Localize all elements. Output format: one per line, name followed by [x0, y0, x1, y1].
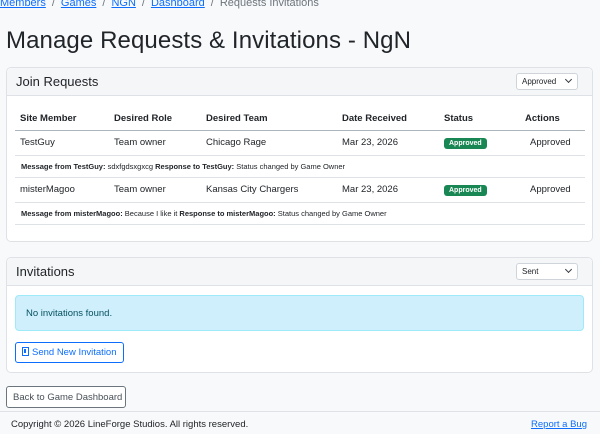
message-text: Because I like it: [124, 208, 178, 218]
join-requests-header: Join Requests Approved: [7, 68, 592, 96]
cell-status: Approved: [439, 177, 525, 203]
cell-desired-role: Team owner: [109, 177, 201, 203]
join-requests-status-filter[interactable]: Approved: [516, 73, 578, 90]
report-bug-link[interactable]: Report a Bug: [531, 419, 587, 430]
breadcrumb-link-ngn[interactable]: NGN: [111, 0, 135, 9]
breadcrumb-link-games[interactable]: Games: [61, 0, 96, 9]
join-requests-filter-value: Approved: [522, 77, 557, 86]
invitations-title: Invitations: [16, 264, 75, 279]
page-title: Manage Requests & Invitations - NgN: [6, 27, 412, 54]
breadcrumb-link-members[interactable]: Members: [0, 0, 46, 9]
no-invitations-alert: No invitations found.: [15, 295, 584, 331]
response-label: Response to misterMagoo:: [179, 208, 276, 218]
invitations-header: Invitations Sent: [7, 258, 592, 286]
message-label: Message from misterMagoo:: [21, 208, 123, 218]
message-text: sdxfgdsxgxcg: [107, 161, 154, 171]
cell-site-member: TestGuy: [15, 130, 109, 156]
cell-actions: Approved: [525, 177, 585, 203]
join-requests-table: Site Member Desired Role Desired Team Da…: [15, 108, 585, 225]
breadcrumb-current: Requests Invitations: [219, 0, 319, 9]
cell-site-member: misterMagoo: [15, 177, 109, 203]
table-row: misterMagoo Team owner Kansas City Charg…: [15, 177, 585, 203]
column-header-site-member: Site Member: [15, 108, 109, 131]
cell-desired-team: Chicago Rage: [201, 130, 337, 156]
status-badge: Approved: [444, 184, 487, 196]
message-cell: Message from misterMagoo: Because I like…: [15, 202, 585, 225]
message-cell: Message from TestGuy: sdxfgdsxgxcg Respo…: [15, 155, 585, 178]
back-button-label: Back to Game Dashboard: [13, 392, 123, 403]
message-row: Message from TestGuy: sdxfgdsxgxcg Respo…: [15, 155, 585, 178]
invitations-filter-value: Sent: [522, 267, 539, 276]
cell-date-received: Mar 23, 2026: [337, 130, 439, 156]
send-new-invitation-button[interactable]: Send New Invitation: [15, 342, 124, 363]
chevron-down-icon: [564, 265, 573, 274]
copyright-text: Copyright © 2026 LineForge Studios. All …: [11, 419, 249, 430]
column-header-date-received: Date Received: [337, 108, 439, 131]
table-header-row: Site Member Desired Role Desired Team Da…: [15, 108, 585, 131]
invitations-card: Invitations Sent No invitations found. S…: [6, 257, 593, 373]
cell-date-received: Mar 23, 2026: [337, 177, 439, 203]
message-label: Message from TestGuy:: [21, 161, 106, 171]
no-invitations-text: No invitations found.: [26, 308, 113, 319]
message-row: Message from misterMagoo: Because I like…: [15, 202, 585, 225]
envelope-icon: [22, 347, 29, 356]
breadcrumb-link-dashboard[interactable]: Dashboard: [151, 0, 205, 9]
join-requests-card: Join Requests Approved Site Member Desir…: [6, 67, 593, 242]
column-header-status: Status: [439, 108, 525, 131]
back-to-game-dashboard-button[interactable]: Back to Game Dashboard: [6, 386, 126, 408]
response-text: Status changed by Game Owner: [277, 208, 387, 218]
status-badge: Approved: [444, 137, 487, 149]
response-label: Response to TestGuy:: [155, 161, 235, 171]
column-header-desired-team: Desired Team: [201, 108, 337, 131]
cell-desired-team: Kansas City Chargers: [201, 177, 337, 203]
breadcrumb: Members / Games / NGN / Dashboard / Requests Inv…: [0, 0, 319, 11]
invitations-status-filter[interactable]: Sent: [516, 263, 578, 280]
cell-status: Approved: [439, 130, 525, 156]
table-row: TestGuy Team owner Chicago Rage Mar 23, …: [15, 130, 585, 156]
footer: Copyright © 2026 LineForge Studios. All …: [0, 411, 600, 434]
cell-actions: Approved: [525, 130, 585, 156]
response-text: Status changed by Game Owner: [236, 161, 346, 171]
chevron-down-icon: [564, 75, 573, 84]
column-header-desired-role: Desired Role: [109, 108, 201, 131]
send-new-invitation-label: Send New Invitation: [32, 347, 117, 358]
column-header-actions: Actions: [525, 108, 585, 131]
cell-desired-role: Team owner: [109, 130, 201, 156]
join-requests-title: Join Requests: [16, 74, 99, 89]
